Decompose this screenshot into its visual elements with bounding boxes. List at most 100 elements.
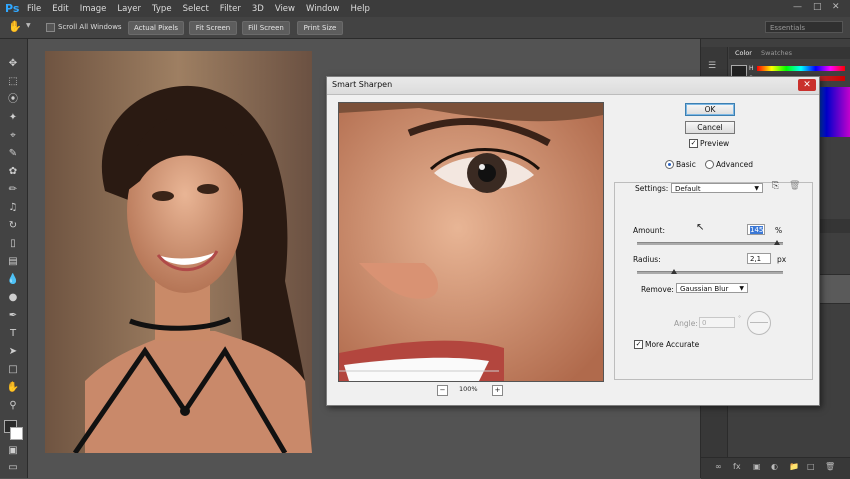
- settings-value: Default: [675, 185, 701, 193]
- window-close-icon[interactable]: ✕: [832, 2, 840, 12]
- history-panel-icon[interactable]: ☰: [708, 61, 716, 71]
- menu-bar: Ps File Edit Image Layer Type Select Fil…: [0, 0, 850, 17]
- pen-tool-icon[interactable]: ✒: [5, 309, 21, 323]
- new-layer-icon[interactable]: □: [807, 462, 815, 471]
- save-preset-icon[interactable]: ⎘: [772, 181, 779, 191]
- tab-color[interactable]: Color: [735, 49, 752, 57]
- filter-preview[interactable]: [338, 102, 604, 382]
- type-tool-icon[interactable]: T: [5, 327, 21, 341]
- radius-field[interactable]: 2,1: [747, 253, 771, 264]
- chevron-down-icon[interactable]: ▼: [26, 22, 31, 29]
- smart-sharpen-dialog: Smart Sharpen ✕ − 100% + OK Cancel ✓ Pre…: [326, 76, 820, 406]
- hand-tool-icon[interactable]: ✋: [5, 381, 21, 395]
- brush-tool-icon[interactable]: ✏: [5, 183, 21, 197]
- gradient-tool-icon[interactable]: ▤: [5, 255, 21, 269]
- adjustment-layer-icon[interactable]: ◐: [771, 462, 778, 471]
- hand-icon[interactable]: ✋: [8, 20, 22, 33]
- amount-slider-thumb[interactable]: [774, 240, 781, 245]
- menu-help[interactable]: Help: [351, 4, 370, 14]
- photoshop-logo: Ps: [5, 1, 20, 15]
- workspace-select[interactable]: Essentials: [765, 21, 843, 33]
- crop-tool-icon[interactable]: ⌖: [5, 129, 21, 143]
- amount-label: Amount:: [633, 226, 665, 235]
- maximize-icon[interactable]: □: [813, 2, 822, 12]
- marquee-tool-icon[interactable]: ⬚: [5, 75, 21, 89]
- healing-brush-icon[interactable]: ✿: [5, 165, 21, 179]
- preview-image: [339, 103, 603, 381]
- angle-field[interactable]: 0: [699, 317, 735, 328]
- clone-stamp-icon[interactable]: ♫: [5, 201, 21, 215]
- fit-screen-button[interactable]: Fit Screen: [189, 21, 237, 35]
- close-icon[interactable]: ✕: [798, 79, 816, 91]
- minimize-icon[interactable]: —: [793, 2, 802, 12]
- menu-select[interactable]: Select: [183, 4, 209, 14]
- chevron-down-icon: ▼: [754, 185, 759, 192]
- cursor-icon: ↖: [696, 222, 705, 233]
- screen-mode-icon[interactable]: ▭: [5, 461, 21, 475]
- fill-screen-button[interactable]: Fill Screen: [242, 21, 290, 35]
- zoom-tool-icon[interactable]: ⚲: [5, 399, 21, 413]
- dodge-tool-icon[interactable]: ●: [5, 291, 21, 305]
- scroll-all-windows-label: Scroll All Windows: [58, 23, 122, 31]
- radius-slider-thumb[interactable]: [671, 269, 678, 274]
- menu-window[interactable]: Window: [306, 4, 340, 14]
- path-select-icon[interactable]: ➤: [5, 345, 21, 359]
- move-tool-icon[interactable]: ✥: [5, 57, 21, 71]
- radius-slider-track[interactable]: [637, 271, 783, 274]
- layer-mask-icon[interactable]: ▣: [753, 462, 761, 471]
- tools-panel: ✥ ⬚ ⦿ ✦ ⌖ ✎ ✿ ✏ ♫ ↻ ▯ ▤ 💧 ● ✒ T ➤ □ ✋ ⚲ …: [0, 39, 28, 478]
- eyedropper-icon[interactable]: ✎: [5, 147, 21, 161]
- portrait-image: [45, 51, 312, 453]
- document-canvas[interactable]: [45, 51, 312, 453]
- menu-filter[interactable]: Filter: [220, 4, 241, 14]
- more-accurate-label: More Accurate: [645, 340, 700, 349]
- menu-layer[interactable]: Layer: [117, 4, 141, 14]
- chevron-down-icon: ▼: [739, 285, 744, 292]
- basic-radio[interactable]: [665, 160, 674, 169]
- amount-value: 145: [750, 226, 764, 234]
- history-brush-icon[interactable]: ↻: [5, 219, 21, 233]
- quick-mask-icon[interactable]: ▣: [5, 444, 21, 458]
- group-icon[interactable]: 📁: [789, 462, 799, 471]
- print-size-button[interactable]: Print Size: [297, 21, 343, 35]
- delete-layer-icon[interactable]: 🗑: [825, 462, 835, 471]
- eraser-icon[interactable]: ▯: [5, 237, 21, 251]
- zoom-out-icon[interactable]: −: [437, 385, 448, 396]
- ok-button[interactable]: OK: [685, 103, 735, 116]
- amount-field[interactable]: 145: [747, 224, 765, 235]
- color-panel-tabs: Color Swatches: [729, 47, 850, 59]
- angle-dial[interactable]: [747, 311, 771, 335]
- menu-image[interactable]: Image: [80, 4, 107, 14]
- cancel-button[interactable]: Cancel: [685, 121, 735, 134]
- background-color-swatch[interactable]: [10, 427, 23, 440]
- zoom-controls: − 100% +: [437, 385, 507, 396]
- remove-select[interactable]: Gaussian Blur ▼: [676, 283, 748, 293]
- zoom-in-icon[interactable]: +: [492, 385, 503, 396]
- lasso-tool-icon[interactable]: ⦿: [5, 93, 21, 107]
- layers-footer: ∞ fx ▣ ◐ 📁 □ 🗑: [701, 457, 850, 479]
- dialog-titlebar[interactable]: Smart Sharpen ✕: [327, 77, 819, 95]
- layer-style-icon[interactable]: fx: [733, 462, 741, 471]
- menu-3d[interactable]: 3D: [252, 4, 264, 14]
- advanced-radio[interactable]: [705, 160, 714, 169]
- link-layers-icon[interactable]: ∞: [715, 462, 722, 471]
- more-accurate-checkbox[interactable]: ✓: [634, 340, 643, 349]
- remove-label: Remove:: [641, 285, 674, 294]
- menu-file[interactable]: File: [27, 4, 41, 14]
- settings-label: Settings:: [635, 184, 669, 193]
- blur-tool-icon[interactable]: 💧: [5, 273, 21, 287]
- settings-select[interactable]: Default ▼: [671, 183, 763, 193]
- menu-edit[interactable]: Edit: [52, 4, 68, 14]
- quick-select-icon[interactable]: ✦: [5, 111, 21, 125]
- amount-slider-track[interactable]: [637, 242, 783, 245]
- menu-type[interactable]: Type: [152, 4, 172, 14]
- shape-tool-icon[interactable]: □: [5, 363, 21, 377]
- actual-pixels-button[interactable]: Actual Pixels: [128, 21, 184, 35]
- trash-icon[interactable]: 🗑: [789, 181, 800, 191]
- preview-checkbox[interactable]: ✓: [689, 139, 698, 148]
- scroll-all-windows-checkbox[interactable]: [46, 23, 55, 32]
- advanced-label: Advanced: [716, 160, 754, 169]
- tab-swatches[interactable]: Swatches: [761, 49, 792, 57]
- menu-view[interactable]: View: [275, 4, 295, 14]
- hue-slider[interactable]: [757, 66, 845, 71]
